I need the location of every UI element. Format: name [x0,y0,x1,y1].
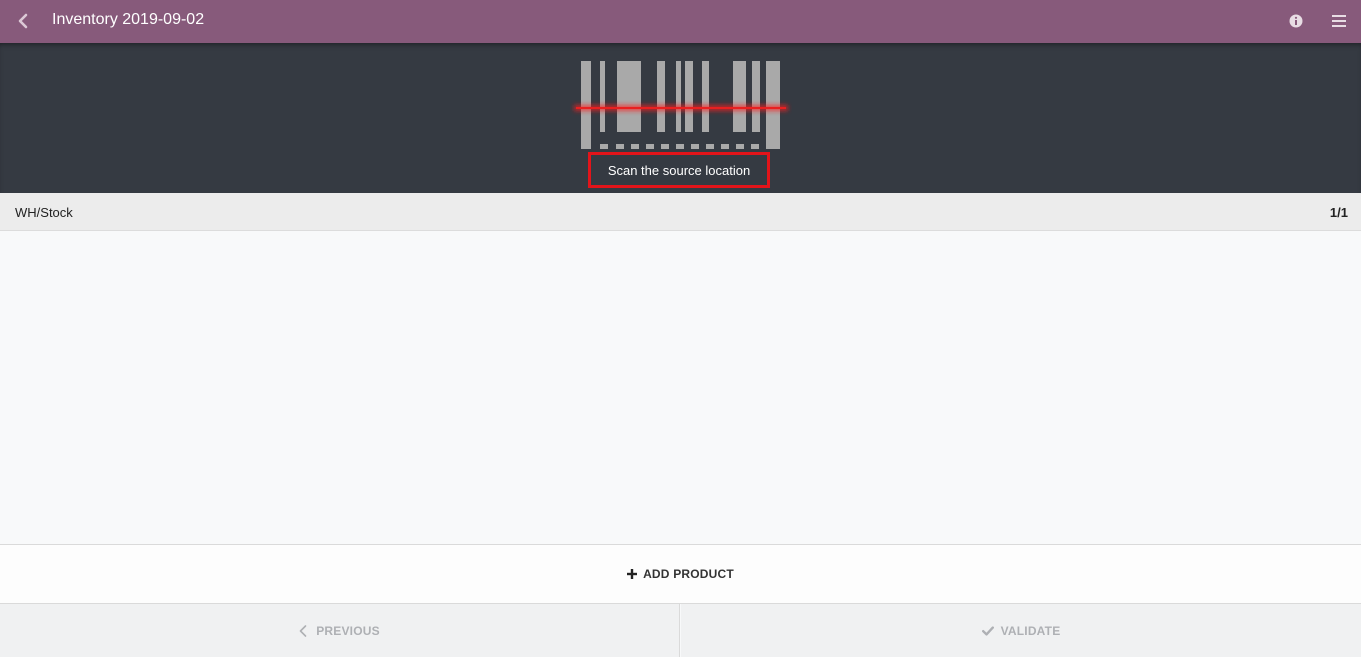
validate-label: VALIDATE [1000,623,1061,638]
back-button[interactable] [8,6,38,36]
info-button[interactable] [1283,8,1309,34]
chevron-left-icon [18,13,28,29]
menu-button[interactable] [1326,8,1352,34]
location-header[interactable]: WH/Stock 1/1 [0,193,1361,231]
add-product-label: ADD PRODUCT [643,567,734,581]
chevron-left-icon [299,624,307,637]
location-counter: 1/1 [1329,205,1348,220]
previous-label: PREVIOUS [316,623,380,638]
barcode-scanner-panel: Scan the source location [0,43,1361,193]
add-product-button[interactable]: ADD PRODUCT [0,544,1361,604]
previous-button[interactable]: PREVIOUS [0,604,680,657]
plus-icon [627,569,638,579]
page-title: Inventory 2019-09-02 [52,11,205,28]
header-bar: Inventory 2019-09-02 [0,0,1361,43]
barcode-icon [574,61,788,149]
location-name: WH/Stock [15,205,73,220]
info-icon [1289,14,1303,28]
scan-instruction: Scan the source location [588,152,770,188]
hamburger-menu-icon [1332,15,1346,27]
inventory-lines-area [0,231,1361,544]
validate-button[interactable]: VALIDATE [681,604,1361,657]
checkmark-icon [981,625,994,636]
